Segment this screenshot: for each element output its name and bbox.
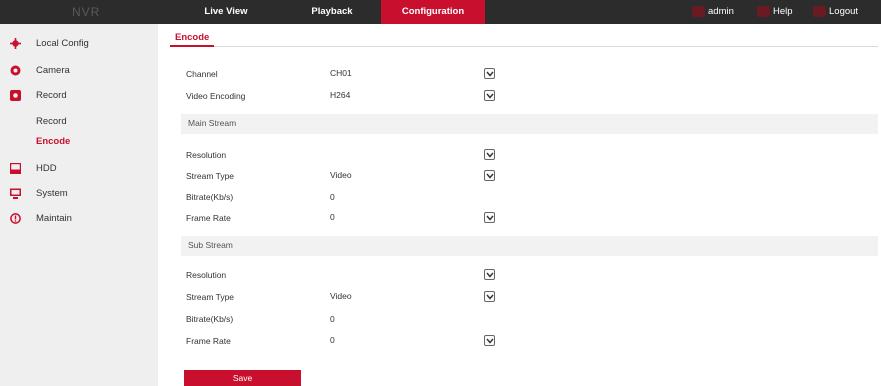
main-stream-type-select[interactable]: Video <box>328 169 497 183</box>
top-navigation-bar: NVR Live View Playback Configuration adm… <box>0 0 881 24</box>
chevron-down-icon <box>484 90 495 101</box>
main-stream-type-value: Video <box>330 170 352 180</box>
sub-resolution-select[interactable] <box>328 268 497 282</box>
sub-stream-type-value: Video <box>330 291 352 301</box>
tab-live-view[interactable]: Live View <box>196 0 256 24</box>
sub-frame-rate-label: Frame Rate <box>186 336 231 346</box>
record-icon <box>10 90 21 101</box>
main-bitrate-input[interactable] <box>328 190 497 204</box>
sub-stream-title: Sub Stream <box>188 240 233 250</box>
channel-value: CH01 <box>330 68 352 78</box>
channel-select[interactable]: CH01 <box>328 67 497 81</box>
main-frame-rate-select[interactable]: 0 <box>328 211 497 225</box>
sub-frame-rate-value: 0 <box>330 335 335 345</box>
maintain-icon <box>10 213 21 224</box>
sidebar-item-camera[interactable]: Camera <box>0 60 158 82</box>
chevron-down-icon <box>484 149 495 160</box>
main-stream-title: Main Stream <box>188 118 237 128</box>
video-encoding-label: Video Encoding <box>186 91 246 101</box>
main-resolution-label: Resolution <box>186 150 227 160</box>
camera-icon <box>10 65 21 76</box>
help-label: Help <box>773 6 793 17</box>
local-config-icon <box>10 38 21 49</box>
sidebar: Local Config Camera Record Record Encode… <box>0 24 158 386</box>
brand-logo: NVR <box>72 5 101 19</box>
user-name: admin <box>708 6 734 17</box>
sub-bitrate-label: Bitrate(Kb/s) <box>186 314 234 324</box>
sidebar-item-label: Maintain <box>36 213 72 224</box>
sub-frame-rate-select[interactable]: 0 <box>328 334 497 348</box>
help-icon <box>757 5 770 17</box>
sidebar-item-label: Local Config <box>36 38 89 49</box>
sub-resolution-label: Resolution <box>186 270 227 280</box>
sidebar-item-hdd[interactable]: HDD <box>0 158 158 180</box>
main-frame-rate-value: 0 <box>330 212 335 222</box>
tab-configuration[interactable]: Configuration <box>381 0 485 24</box>
sidebar-subitem-record[interactable]: Record <box>36 113 67 131</box>
sidebar-item-label: HDD <box>36 163 57 174</box>
logout-link[interactable]: Logout <box>813 0 858 24</box>
sub-stream-type-select[interactable]: Video <box>328 290 497 304</box>
video-encoding-value: H264 <box>330 90 351 100</box>
sidebar-item-local-config[interactable]: Local Config <box>0 33 158 55</box>
tab-playback[interactable]: Playback <box>302 0 362 24</box>
tab-encode[interactable]: Encode <box>170 29 215 47</box>
chevron-down-icon <box>484 170 495 181</box>
user-admin-link[interactable]: admin <box>692 0 734 24</box>
save-button[interactable]: Save <box>184 370 301 386</box>
sidebar-item-record[interactable]: Record <box>0 85 158 107</box>
chevron-down-icon <box>484 335 495 346</box>
chevron-down-icon <box>484 212 495 223</box>
sidebar-item-label: Record <box>36 90 67 101</box>
chevron-down-icon <box>484 68 495 79</box>
sub-stream-type-label: Stream Type <box>186 292 235 302</box>
main-stream-type-label: Stream Type <box>186 171 235 181</box>
main-frame-rate-label: Frame Rate <box>186 213 231 223</box>
sub-bitrate-input[interactable] <box>328 312 497 326</box>
chevron-down-icon <box>484 269 495 280</box>
logout-icon <box>813 5 826 17</box>
sidebar-subitem-encode[interactable]: Encode <box>36 133 70 151</box>
sidebar-item-system[interactable]: System <box>0 183 158 205</box>
logout-label: Logout <box>829 6 859 17</box>
sidebar-item-maintain[interactable]: Maintain <box>0 208 158 230</box>
video-encoding-select[interactable]: H264 <box>328 89 497 103</box>
hdd-icon <box>10 163 21 174</box>
main-stream-section: Main Stream <box>181 114 878 134</box>
sidebar-item-label: Camera <box>36 65 70 76</box>
user-icon <box>692 5 705 17</box>
main-resolution-select[interactable] <box>328 148 497 162</box>
main-bitrate-label: Bitrate(Kb/s) <box>186 192 234 202</box>
sub-stream-section: Sub Stream <box>181 236 878 256</box>
content-tab-bar: Encode <box>170 29 878 47</box>
help-link[interactable]: Help <box>757 0 793 24</box>
system-icon <box>10 188 21 199</box>
chevron-down-icon <box>484 291 495 302</box>
channel-label: Channel <box>186 69 218 79</box>
sidebar-item-label: System <box>36 188 68 199</box>
